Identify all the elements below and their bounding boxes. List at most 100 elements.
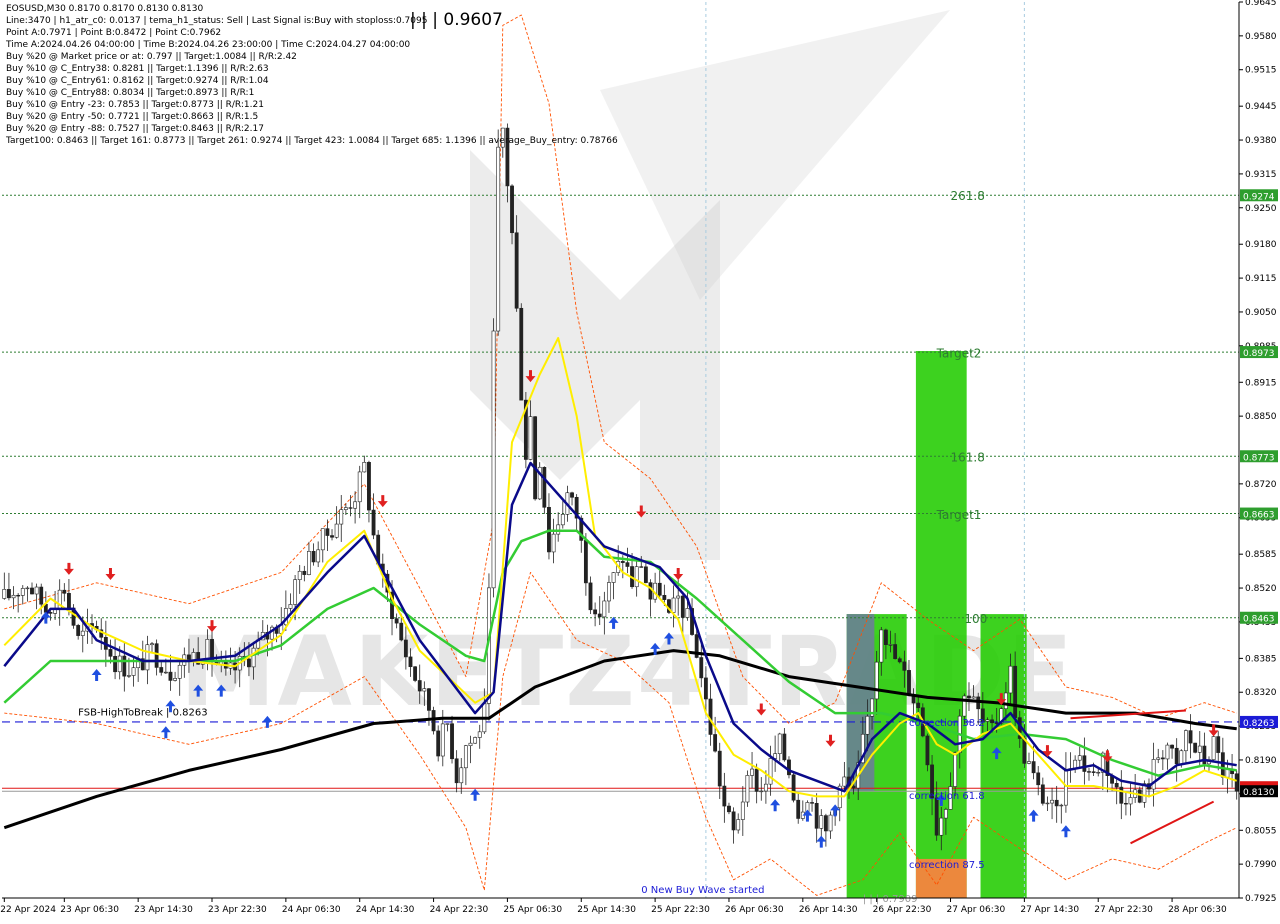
candle-body-200 bbox=[925, 735, 930, 766]
candle-body-77 bbox=[357, 471, 362, 503]
candle-body-172 bbox=[796, 799, 801, 819]
candle-body-256 bbox=[1184, 730, 1188, 752]
x-tick-label-15: 27 Apr 22:30 bbox=[1094, 905, 1153, 915]
annotation-0: FSB-HighToBreak | 0.8263 bbox=[78, 708, 207, 719]
candle-body-54 bbox=[251, 647, 256, 668]
candle-body-135 bbox=[625, 562, 630, 567]
candle-body-107 bbox=[496, 146, 501, 332]
candle-body-53 bbox=[247, 658, 251, 668]
candle-body-78 bbox=[362, 462, 367, 473]
info-line-entry-88: Buy %20 @ Entry -88: 0.7527 || Target:0.… bbox=[6, 124, 264, 134]
candle-body-147 bbox=[680, 595, 685, 618]
candle-body-112 bbox=[519, 307, 524, 401]
candle-body-31 bbox=[145, 644, 150, 671]
candle-body-187 bbox=[865, 715, 870, 735]
candle-body-168 bbox=[777, 733, 782, 754]
candle-body-5 bbox=[25, 587, 30, 590]
candle-body-152 bbox=[703, 677, 708, 700]
y-tick-label-11: 0.8915 bbox=[1245, 378, 1277, 388]
price-tag-5: 0.8263 bbox=[1240, 715, 1278, 729]
y-tick-label-9: 0.9050 bbox=[1245, 308, 1277, 318]
level-label-1: Target2 bbox=[936, 346, 982, 360]
y-tick-label-8: 0.9115 bbox=[1245, 274, 1277, 284]
candle-body-229 bbox=[1059, 804, 1064, 807]
candle-body-71 bbox=[330, 535, 334, 538]
candle-body-253 bbox=[1170, 744, 1174, 749]
candle-89 bbox=[413, 666, 418, 683]
candle-body-226 bbox=[1045, 802, 1050, 805]
candle-body-27 bbox=[127, 675, 131, 677]
candle-body-68 bbox=[316, 549, 321, 563]
candle-body-111 bbox=[514, 232, 519, 309]
x-tick-label-14: 27 Apr 14:30 bbox=[1020, 905, 1079, 915]
y-tick-label-6: 0.9250 bbox=[1245, 204, 1277, 214]
x-tick-label-7: 25 Apr 06:30 bbox=[503, 905, 562, 915]
candle-93 bbox=[431, 706, 436, 735]
candle-body-163 bbox=[754, 768, 759, 792]
x-tick-label-10: 26 Apr 06:30 bbox=[725, 905, 784, 915]
candle-body-35 bbox=[163, 671, 168, 674]
candle-94 bbox=[436, 725, 441, 762]
candle-body-127 bbox=[588, 582, 593, 611]
price-tag-text-2: 0.8773 bbox=[1243, 453, 1275, 463]
annotation-2: correction 61.8 bbox=[909, 791, 985, 802]
candle-body-28 bbox=[131, 667, 136, 676]
candle-body-148 bbox=[685, 608, 690, 618]
info-line-buy-market: Buy %20 @ Market price or at: 0.797 || T… bbox=[6, 52, 297, 62]
x-tick-label-12: 26 Apr 22:30 bbox=[873, 905, 932, 915]
candle-body-210 bbox=[971, 696, 976, 699]
candle-171 bbox=[791, 773, 796, 803]
candle-body-156 bbox=[722, 785, 727, 807]
chart-root: MAKETZ4TRADE 261.8 Target2 161.8 Target1 100… bbox=[0, 0, 1280, 920]
candle-body-1 bbox=[7, 589, 11, 599]
candle-body-100 bbox=[463, 745, 468, 769]
candle-body-73 bbox=[339, 509, 344, 525]
candle-body-218 bbox=[1008, 665, 1013, 694]
candle-body-157 bbox=[727, 805, 731, 813]
candle-body-227 bbox=[1050, 799, 1054, 804]
x-tick-label-9: 25 Apr 22:30 bbox=[651, 905, 710, 915]
y-tick-label-18: 0.8385 bbox=[1245, 654, 1277, 664]
annotation-3: correction 87.5 bbox=[909, 860, 985, 871]
candle-body-95 bbox=[440, 723, 445, 757]
x-tick-label-5: 24 Apr 14:30 bbox=[356, 905, 415, 915]
candle-106 bbox=[491, 318, 496, 598]
candle-body-115 bbox=[533, 416, 538, 500]
candle-body-171 bbox=[791, 774, 796, 801]
candle-body-23 bbox=[108, 649, 113, 657]
candle-body-221 bbox=[1022, 738, 1027, 764]
candle-body-170 bbox=[787, 759, 791, 776]
price-tag-text-4: 0.8463 bbox=[1243, 615, 1275, 625]
candle-body-193 bbox=[893, 644, 898, 660]
candle-115 bbox=[533, 416, 538, 501]
candle-body-234 bbox=[1082, 755, 1087, 772]
y-tick-label-1: 0.9580 bbox=[1245, 32, 1277, 42]
candle-body-98 bbox=[454, 758, 459, 784]
info-line-targets: Target100: 0.8463 || Target 161: 0.8773 … bbox=[6, 136, 618, 146]
candle-body-225 bbox=[1040, 784, 1045, 804]
candle-body-97 bbox=[450, 723, 454, 760]
price-tag-text-6: 0.8130 bbox=[1243, 788, 1275, 798]
candle-body-63 bbox=[293, 579, 298, 605]
y-tick-label-25: 0.7925 bbox=[1245, 894, 1277, 904]
level-label-3: Target1 bbox=[936, 508, 982, 522]
y-tick-label-16: 0.8520 bbox=[1245, 584, 1277, 594]
y-tick-label-2: 0.9515 bbox=[1245, 66, 1277, 76]
y-tick-label-12: 0.8850 bbox=[1245, 412, 1277, 422]
candle-body-189 bbox=[874, 661, 879, 700]
candle-body-257 bbox=[1188, 730, 1193, 744]
candle-body-128 bbox=[593, 609, 598, 615]
candle-body-16 bbox=[76, 625, 81, 636]
candle-117 bbox=[542, 466, 547, 514]
candle-body-204 bbox=[943, 809, 948, 819]
candle-body-90 bbox=[417, 680, 422, 692]
candle-body-175 bbox=[810, 802, 814, 804]
candle-body-161 bbox=[745, 775, 750, 803]
price-tag-text-1: 0.8973 bbox=[1243, 349, 1275, 359]
candle-body-252 bbox=[1165, 744, 1170, 760]
candle-body-255 bbox=[1179, 750, 1184, 765]
candle-body-10 bbox=[48, 612, 53, 614]
candle-body-198 bbox=[916, 702, 921, 709]
candle-body-236 bbox=[1091, 771, 1096, 773]
x-tick-label-6: 24 Apr 22:30 bbox=[430, 905, 489, 915]
